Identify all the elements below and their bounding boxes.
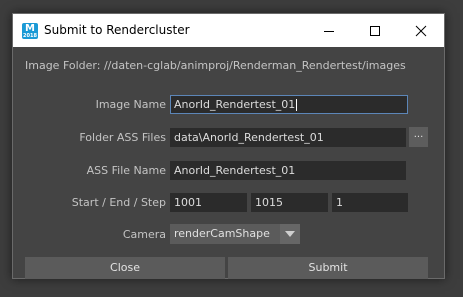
ass-file-name-input[interactable]: AnorId_Rendertest_01 — [170, 161, 406, 180]
close-button[interactable]: Close — [25, 257, 225, 279]
text-caret — [296, 99, 298, 111]
frame-range-label: Start / End / Step — [71, 196, 166, 209]
close-window-button[interactable] — [398, 14, 444, 47]
chevron-down-icon — [285, 231, 295, 237]
folder-ass-input[interactable]: data\AnorId_Rendertest_01 — [170, 128, 406, 147]
ass-file-name-label: ASS File Name — [86, 164, 166, 177]
submit-button[interactable]: Submit — [228, 257, 428, 279]
maya-app-icon: M 2018 — [22, 23, 38, 39]
camera-selected-value: renderCamShape — [174, 227, 270, 240]
app-icon-version: 2018 — [23, 33, 37, 39]
close-icon — [415, 25, 427, 36]
minimize-button[interactable] — [306, 14, 352, 47]
image-folder-path: Image Folder: //daten-cglab/animproj/Ren… — [25, 59, 406, 72]
image-name-input[interactable]: AnorId_Rendertest_01 — [170, 95, 408, 114]
image-name-value: AnorId_Rendertest_01 — [174, 98, 296, 111]
dialog-content: Image Folder: //daten-cglab/animproj/Ren… — [13, 47, 444, 279]
maximize-button[interactable] — [352, 14, 398, 47]
end-frame-input[interactable]: 1015 — [251, 193, 328, 212]
maximize-icon — [370, 25, 380, 36]
dropdown-arrow[interactable] — [280, 224, 300, 244]
folder-ass-label: Folder ASS Files — [79, 131, 166, 144]
start-frame-input[interactable]: 1001 — [170, 193, 247, 212]
image-name-label: Image Name — [95, 98, 166, 111]
submit-dialog: M 2018 Submit to Rendercluster Image Fol… — [12, 13, 445, 279]
title-bar[interactable]: M 2018 Submit to Rendercluster — [13, 14, 444, 47]
window-title: Submit to Rendercluster — [44, 23, 190, 37]
browse-folder-button[interactable]: ... — [409, 127, 428, 147]
minimize-icon — [324, 30, 334, 32]
camera-dropdown[interactable]: renderCamShape — [170, 224, 300, 244]
camera-label: Camera — [122, 228, 166, 241]
step-input[interactable]: 1 — [332, 193, 408, 212]
